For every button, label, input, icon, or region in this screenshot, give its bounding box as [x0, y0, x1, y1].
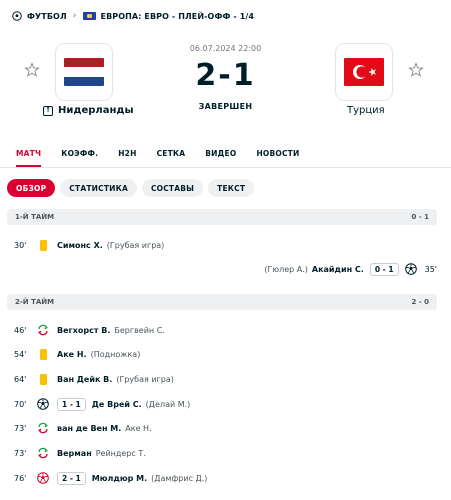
event-score: 0 - 1 [369, 262, 399, 276]
match-status: ЗАВЕРШЕН [198, 102, 253, 111]
event-row[interactable]: 46' Вегхорст В. Бергвейн С. [0, 320, 451, 340]
event-minute: 54' [14, 349, 27, 359]
own-goal-icon [37, 471, 49, 485]
substitution-icon [37, 421, 49, 435]
section-header-second-half: 2-Й ТАЙМ 2 - 0 [7, 294, 437, 310]
event-minute: 73' [14, 423, 27, 433]
event-minute: 46' [14, 325, 27, 335]
tabs-divider [0, 167, 451, 168]
event-player[interactable]: ван де Вен М. [57, 424, 121, 433]
event-row[interactable]: 70' 1 - 1 Де Врей С. (Делай М.) [0, 394, 451, 414]
event-player[interactable]: Симонс Х. [57, 241, 103, 250]
subtab-statistics[interactable]: СТАТИСТИКА [60, 179, 137, 197]
event-player[interactable]: Де Врей С. [92, 400, 142, 409]
event-detail: (Подножка) [90, 349, 141, 359]
event-minute: 30' [14, 240, 27, 250]
event-row[interactable]: 73' ван де Вен М. Аке Н. [0, 418, 451, 438]
soccer-ball-icon [37, 397, 49, 411]
event-player[interactable]: Акайдин С. [312, 265, 364, 274]
event-row[interactable]: 54' Аке Н. (Подножка) [0, 344, 451, 364]
breadcrumb: ФУТБОЛ › ЕВРОПА: ЕВРО - ПЛЕЙ-ОФФ - 1/4 [12, 9, 254, 23]
event-score: 2 - 1 [57, 471, 86, 485]
event-minute: 64' [14, 374, 27, 384]
event-row[interactable]: 64' Ван Дейк В. (Грубая игра) [0, 369, 451, 389]
event-detail: (Делай М.) [145, 399, 191, 409]
event-minute: 70' [14, 399, 27, 409]
event-detail: Рейндерс Т. [95, 448, 146, 458]
chevron-right-icon: › [72, 11, 77, 21]
event-player[interactable]: Ван Дейк В. [57, 375, 112, 384]
tab-h2h[interactable]: H2H [118, 149, 136, 163]
event-row[interactable]: 76' 2 - 1 Мюлдюр М. (Дамфрис Д.) [0, 468, 451, 488]
tab-video[interactable]: ВИДЕО [205, 149, 236, 163]
tab-news[interactable]: НОВОСТИ [256, 149, 299, 163]
yellow-card-icon [37, 238, 49, 252]
breadcrumb-sport[interactable]: ФУТБОЛ [27, 12, 67, 21]
event-player[interactable]: Мюлдюр М. [92, 474, 147, 483]
section-header-first-half: 1-Й ТАЙМ 0 - 1 [7, 209, 437, 225]
subtab-commentary[interactable]: ТЕКСТ [208, 179, 255, 197]
match-tabs: МАТЧ КОЭФФ. H2H СЕТКА ВИДЕО НОВОСТИ [16, 149, 319, 167]
section-title: 1-Й ТАЙМ [15, 213, 55, 221]
breadcrumb-competition[interactable]: ЕВРОПА: ЕВРО - ПЛЕЙ-ОФФ - 1/4 [101, 12, 255, 21]
tab-bracket[interactable]: СЕТКА [157, 149, 186, 163]
event-player[interactable]: Верман [57, 449, 92, 458]
event-detail: (Дамфрис Д.) [151, 473, 208, 483]
event-row[interactable]: 73' Верман Рейндерс Т. [0, 443, 451, 463]
section-score: 0 - 1 [411, 213, 429, 221]
tab-odds[interactable]: КОЭФФ. [61, 149, 98, 163]
event-minute: 73' [14, 448, 27, 458]
substitution-icon [37, 446, 49, 460]
event-detail: Бергвейн С. [114, 325, 165, 335]
event-detail: (Гюлер А.) [264, 264, 308, 274]
soccer-ball-icon [12, 11, 22, 21]
event-detail: (Грубая игра) [106, 240, 165, 250]
subtabs: ОБЗОР СТАТИСТИКА СОСТАВЫ ТЕКСТ [7, 179, 259, 197]
subtab-overview[interactable]: ОБЗОР [7, 179, 56, 197]
soccer-ball-icon [404, 263, 417, 275]
event-row[interactable]: 30' Симонс Х. (Грубая игра) [0, 235, 451, 255]
event-player[interactable]: Вегхорст В. [57, 326, 110, 335]
yellow-card-icon [37, 372, 49, 386]
section-title: 2-Й ТАЙМ [15, 298, 55, 306]
section-score: 2 - 0 [411, 298, 429, 306]
subtab-lineups[interactable]: СОСТАВЫ [141, 179, 204, 197]
event-minute: 35' [424, 264, 437, 274]
tab-match[interactable]: МАТЧ [16, 149, 42, 167]
yellow-card-icon [37, 347, 49, 361]
eu-flag-icon [82, 12, 96, 20]
event-row[interactable]: (Гюлер А.) Акайдин С. 0 - 1 35' [0, 259, 451, 279]
event-minute: 76' [14, 473, 27, 483]
match-date: 06.07.2024 22:00 [189, 44, 262, 53]
event-detail: Аке Н. [125, 423, 152, 433]
event-player[interactable]: Аке Н. [57, 350, 87, 359]
substitution-icon [37, 323, 49, 337]
match-score: 2-1 [195, 58, 256, 93]
event-score: 1 - 1 [57, 397, 86, 411]
event-detail: (Грубая игра) [116, 374, 174, 384]
